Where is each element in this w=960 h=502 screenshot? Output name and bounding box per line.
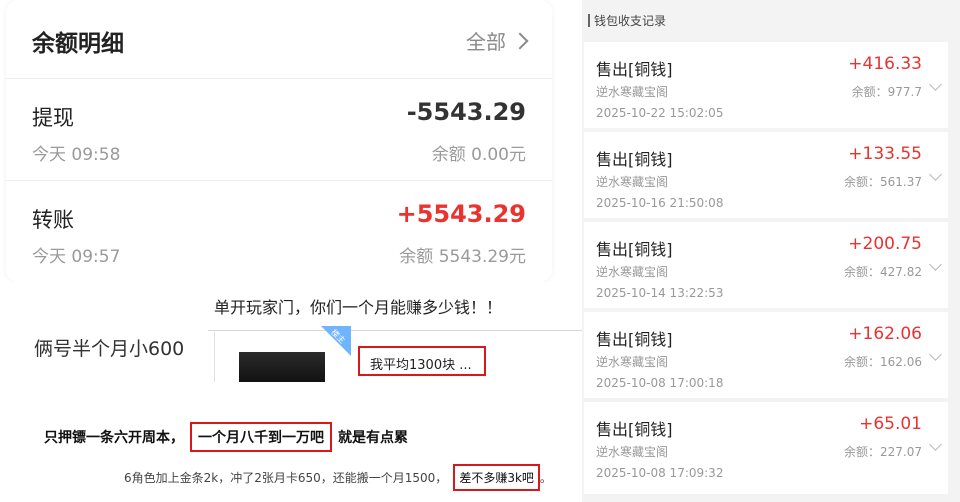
chevron-down-icon[interactable]	[929, 438, 942, 451]
record-time: 2025-10-08 17:00:18	[596, 376, 724, 390]
divider	[6, 180, 552, 181]
reply-text-left: 俩号半个月小600	[34, 338, 185, 360]
record-shop: 逆水寒藏宝阁	[596, 175, 669, 189]
record-time: 2025-10-22 15:02:05	[596, 106, 724, 120]
wallet-record[interactable]: 售出[铜钱] 逆水寒藏宝阁 2025-10-16 21:50:08 +133.5…	[584, 132, 948, 218]
reply-line-gold: 6角色加上金条2k，冲了2张月卡650，还能搬一个月1500， 差不多赚3k吧。	[124, 464, 552, 491]
row-name: 提现	[32, 106, 74, 130]
row-balance: 余额 5543.29元	[399, 247, 526, 267]
balance-row-transfer[interactable]: 转账 今天 09:57 +5543.29 余额 5543.29元	[6, 186, 552, 278]
reply-thumbnail-frame	[214, 332, 351, 382]
reply-line-escort: 只押镖一条六开周本， 一个月八千到一万吧 就是有点累	[44, 422, 408, 452]
row-amount: -5543.29	[406, 98, 526, 126]
record-time: 2025-10-16 21:50:08	[596, 196, 724, 210]
row-amount: +5543.29	[396, 200, 526, 228]
chevron-right-icon	[511, 32, 529, 49]
record-balance: 余额：227.07	[844, 445, 922, 459]
record-balance: 余额：977.7	[851, 85, 922, 99]
chevron-down-icon[interactable]	[929, 348, 942, 361]
highlighted-reply: 我平均1300块 ...	[358, 346, 486, 376]
reply-text: 6角色加上金条2k，冲了2张月卡650，还能搬一个月1500，	[124, 471, 448, 485]
balance-row-withdraw[interactable]: 提现 今天 09:58 -5543.29 余额 0.00元	[6, 84, 552, 176]
record-amount: +416.33	[848, 54, 922, 74]
record-shop: 逆水寒藏宝阁	[596, 355, 669, 369]
forum-post-title: 单开玩家门，你们一个月能赚多少钱！！	[214, 298, 503, 317]
balance-detail-card: 余额明细 全部 提现 今天 09:58 -5543.29 余额 0.00元 转账…	[6, 0, 552, 282]
record-amount: +162.06	[848, 324, 922, 344]
record-title: 售出[铜钱]	[596, 240, 673, 259]
record-balance: 余额：561.37	[844, 175, 922, 189]
record-title: 售出[铜钱]	[596, 150, 673, 169]
header-accent-bar	[588, 13, 590, 27]
record-amount: +65.01	[859, 414, 922, 434]
chevron-down-icon[interactable]	[929, 168, 942, 181]
chevron-down-icon[interactable]	[929, 78, 942, 91]
record-title: 售出[铜钱]	[596, 330, 673, 349]
record-balance: 余额：162.06	[844, 355, 922, 369]
row-name: 转账	[32, 208, 74, 232]
highlighted-reply: 差不多赚3k吧	[453, 464, 540, 491]
wallet-record[interactable]: 售出[铜钱] 逆水寒藏宝阁 2025-10-14 13:22:53 +200.7…	[584, 222, 948, 308]
record-shop: 逆水寒藏宝阁	[596, 85, 669, 99]
wallet-records-panel: 钱包收支记录 售出[铜钱] 逆水寒藏宝阁 2025-10-22 15:02:05…	[582, 0, 960, 502]
wallet-record[interactable]: 售出[铜钱] 逆水寒藏宝阁 2025-10-22 15:02:05 +416.3…	[584, 42, 948, 128]
filter-all-label: 全部	[466, 30, 506, 54]
reply-text: 只押镖一条六开周本，	[44, 430, 184, 446]
row-balance: 余额 0.00元	[431, 145, 526, 165]
record-title: 售出[铜钱]	[596, 420, 673, 439]
divider	[208, 330, 582, 331]
row-time: 今天 09:58	[32, 145, 121, 165]
record-shop: 逆水寒藏宝阁	[596, 445, 669, 459]
record-title: 售出[铜钱]	[596, 60, 673, 79]
record-balance: 余额：427.82	[844, 265, 922, 279]
filter-all-button[interactable]: 全部	[466, 26, 529, 55]
highlighted-reply: 一个月八千到一万吧	[190, 422, 332, 452]
wallet-header: 钱包收支记录	[582, 0, 960, 40]
chat-collage: 单开玩家门，你们一个月能赚多少钱！！ 俩号半个月小600 楼主 我平均1300块…	[0, 282, 582, 502]
record-amount: +133.55	[848, 144, 922, 164]
chevron-down-icon[interactable]	[929, 258, 942, 271]
divider	[6, 78, 552, 79]
wallet-record[interactable]: 售出[铜钱] 逆水寒藏宝阁 2025-10-08 17:09:32 +65.01…	[584, 402, 948, 494]
reply-text: 。	[539, 471, 552, 485]
row-time: 今天 09:57	[32, 247, 121, 267]
wallet-header-title: 钱包收支记录	[594, 13, 667, 28]
balance-detail-title: 余额明细	[32, 31, 124, 57]
record-time: 2025-10-08 17:09:32	[596, 466, 724, 480]
record-amount: +200.75	[848, 234, 922, 254]
reply-text: 就是有点累	[338, 430, 408, 446]
reply-thumbnail-image[interactable]	[239, 352, 325, 382]
record-time: 2025-10-14 13:22:53	[596, 286, 724, 300]
wallet-record[interactable]: 售出[铜钱] 逆水寒藏宝阁 2025-10-08 17:00:18 +162.0…	[584, 312, 948, 398]
record-shop: 逆水寒藏宝阁	[596, 265, 669, 279]
